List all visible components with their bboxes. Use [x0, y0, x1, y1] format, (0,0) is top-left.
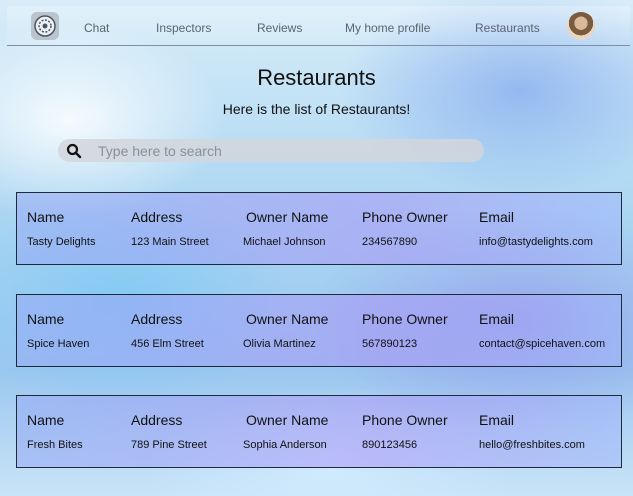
- restaurant-card[interactable]: Name Address Owner Name Phone Owner Emai…: [16, 395, 622, 468]
- page-subtitle: Here is the list of Restaurants!: [222, 101, 411, 117]
- column-header-owner-name: Owner Name: [246, 412, 329, 428]
- nav-link-inspectors[interactable]: Inspectors: [156, 21, 211, 35]
- restaurant-email: hello@freshbites.com: [479, 439, 585, 451]
- restaurant-email: contact@spicehaven.com: [479, 338, 606, 350]
- nav-link-my-home-profile[interactable]: My home profile: [345, 21, 430, 35]
- column-header-phone-owner: Phone Owner: [362, 412, 448, 428]
- restaurant-address: 456 Elm Street: [131, 338, 204, 350]
- column-header-owner-name: Owner Name: [246, 311, 329, 327]
- column-header-phone-owner: Phone Owner: [362, 209, 448, 225]
- restaurant-owner-phone: 890123456: [362, 439, 418, 451]
- column-header-address: Address: [131, 412, 183, 428]
- restaurant-owner-name: Olivia Martinez: [243, 338, 316, 350]
- column-header-name: Name: [27, 311, 65, 327]
- app-logo[interactable]: [31, 12, 59, 40]
- search-bar: [58, 139, 484, 162]
- column-header-address: Address: [131, 311, 183, 327]
- column-header-address: Address: [131, 209, 183, 225]
- restaurant-owner-name: Michael Johnson: [243, 236, 326, 248]
- restaurant-email: info@tastydelights.com: [479, 236, 593, 248]
- restaurant-owner-name: Sophia Anderson: [243, 439, 327, 451]
- search-icon[interactable]: [66, 143, 82, 159]
- column-header-name: Name: [27, 209, 65, 225]
- restaurant-card[interactable]: Name Address Owner Name Phone Owner Emai…: [16, 294, 622, 367]
- nav-link-restaurants[interactable]: Restaurants: [475, 21, 540, 35]
- column-header-email: Email: [479, 209, 515, 225]
- column-header-phone-owner: Phone Owner: [362, 311, 448, 327]
- nav-link-chat[interactable]: Chat: [84, 21, 109, 35]
- search-input[interactable]: [98, 139, 468, 162]
- user-avatar[interactable]: [567, 12, 595, 40]
- column-header-email: Email: [479, 311, 515, 327]
- restaurant-name: Tasty Delights: [27, 236, 96, 248]
- column-header-email: Email: [479, 412, 515, 428]
- nav-link-reviews[interactable]: Reviews: [257, 21, 302, 35]
- restaurant-name: Spice Haven: [27, 338, 90, 350]
- restaurant-owner-phone: 234567890: [362, 236, 418, 248]
- restaurant-address: 789 Pine Street: [131, 439, 207, 451]
- restaurant-address: 123 Main Street: [131, 236, 209, 248]
- logo-icon: [34, 15, 56, 37]
- page-title: Restaurants: [257, 65, 376, 90]
- restaurant-owner-phone: 567890123: [362, 338, 418, 350]
- column-header-owner-name: Owner Name: [246, 209, 329, 225]
- column-header-name: Name: [27, 412, 65, 428]
- top-navbar: Chat Inspectors Reviews My home profile …: [7, 6, 630, 46]
- restaurant-card[interactable]: Name Address Owner Name Phone Owner Emai…: [16, 192, 622, 265]
- restaurant-name: Fresh Bites: [27, 439, 83, 451]
